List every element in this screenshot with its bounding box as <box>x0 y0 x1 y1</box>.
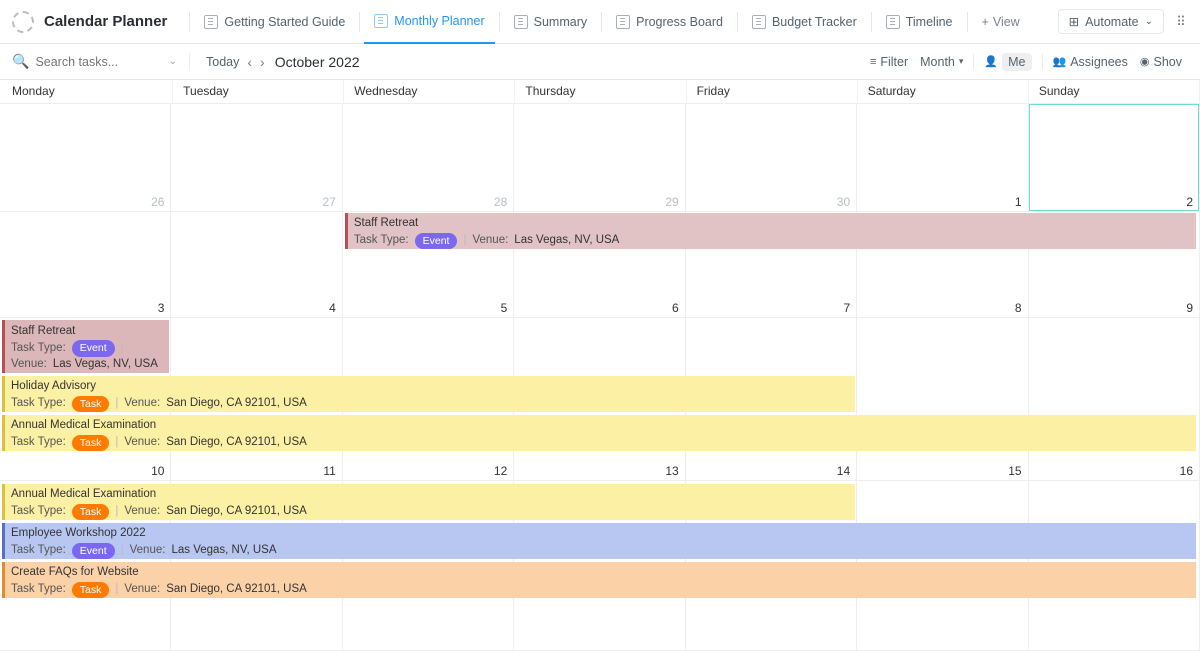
tab-summary[interactable]: Summary <box>504 0 597 44</box>
day-cell[interactable]: 16 <box>1029 318 1200 480</box>
day-cell[interactable]: 3 <box>0 212 171 317</box>
users-icon: 👥 <box>1053 55 1067 68</box>
me-filter[interactable]: 👤Me <box>978 53 1037 71</box>
pill-task: Task <box>72 435 110 451</box>
day-cell[interactable]: 15 <box>857 318 1028 480</box>
prev-month-button[interactable]: ‹ <box>243 54 256 70</box>
day-cell[interactable]: 26 <box>0 104 171 211</box>
pill-event: Event <box>72 543 115 559</box>
day-cell-today[interactable]: 2 <box>1029 104 1200 211</box>
show-button[interactable]: ◉Shov <box>1134 55 1188 69</box>
day-cell[interactable]: 27 <box>171 104 342 211</box>
day-cell[interactable]: 30 <box>686 104 857 211</box>
tab-progress-board[interactable]: Progress Board <box>606 0 733 44</box>
board-icon <box>616 15 630 29</box>
event-holiday-advisory[interactable]: Holiday Advisory Task Type: Task | Venue… <box>2 376 855 412</box>
share-icon[interactable]: ⠿ <box>1170 11 1192 33</box>
event-staff-retreat[interactable]: Staff Retreat Task Type: Event | Venue: … <box>345 213 1196 249</box>
user-icon: 👤 <box>984 55 998 68</box>
today-button[interactable]: Today <box>202 55 243 69</box>
pill-task: Task <box>72 582 110 598</box>
filter-button[interactable]: ≡Filter <box>864 55 914 69</box>
search-icon: 🔍 <box>12 53 29 70</box>
chevron-down-icon[interactable]: ⌄ <box>169 56 177 67</box>
event-faqs[interactable]: Create FAQs for Website Task Type: Task … <box>2 562 1196 598</box>
timeline-icon <box>886 15 900 29</box>
calendar-icon <box>374 14 388 28</box>
week-row: 26 27 28 29 30 1 2 <box>0 104 1200 212</box>
add-view-button[interactable]: +View <box>972 15 1030 29</box>
pill-event: Event <box>72 340 115 356</box>
tab-getting-started[interactable]: Getting Started Guide <box>194 0 355 44</box>
tab-timeline[interactable]: Timeline <box>876 0 963 44</box>
tab-monthly-planner[interactable]: Monthly Planner <box>364 0 494 44</box>
filter-icon: ≡ <box>870 56 876 68</box>
search-input[interactable] <box>35 55 135 69</box>
doc-icon <box>204 15 218 29</box>
tab-budget-tracker[interactable]: Budget Tracker <box>742 0 867 44</box>
robot-icon: ⊞ <box>1069 14 1079 29</box>
automate-button[interactable]: ⊞Automate⌄ <box>1058 9 1164 34</box>
pill-task: Task <box>72 396 110 412</box>
period-select[interactable]: Month▾ <box>914 55 969 69</box>
event-staff-retreat-cont[interactable]: Staff Retreat Task Type: Event | Venue: … <box>2 320 169 373</box>
assignees-filter[interactable]: 👥Assignees <box>1047 55 1134 69</box>
day-cell[interactable]: 1 <box>857 104 1028 211</box>
month-label: October 2022 <box>275 54 360 70</box>
day-cell[interactable]: 28 <box>343 104 514 211</box>
app-icon[interactable] <box>12 11 34 33</box>
search-wrap[interactable]: 🔍 ⌄ <box>12 53 177 70</box>
event-annual-medical[interactable]: Annual Medical Examination Task Type: Ta… <box>2 415 1196 451</box>
day-cell[interactable]: 29 <box>514 104 685 211</box>
day-header-row: Monday Tuesday Wednesday Thursday Friday… <box>0 80 1200 104</box>
eye-icon: ◉ <box>1140 55 1150 68</box>
event-annual-medical-cont[interactable]: Annual Medical Examination Task Type: Ta… <box>2 484 855 520</box>
list-icon <box>514 15 528 29</box>
event-employee-workshop[interactable]: Employee Workshop 2022 Task Type: Event … <box>2 523 1196 559</box>
pill-event: Event <box>415 233 458 249</box>
chevron-down-icon: ⌄ <box>1145 16 1153 27</box>
page-title: Calendar Planner <box>44 13 167 30</box>
table-icon <box>752 15 766 29</box>
next-month-button[interactable]: › <box>256 54 269 70</box>
day-cell[interactable]: 4 <box>171 212 342 317</box>
pill-task: Task <box>72 504 110 520</box>
